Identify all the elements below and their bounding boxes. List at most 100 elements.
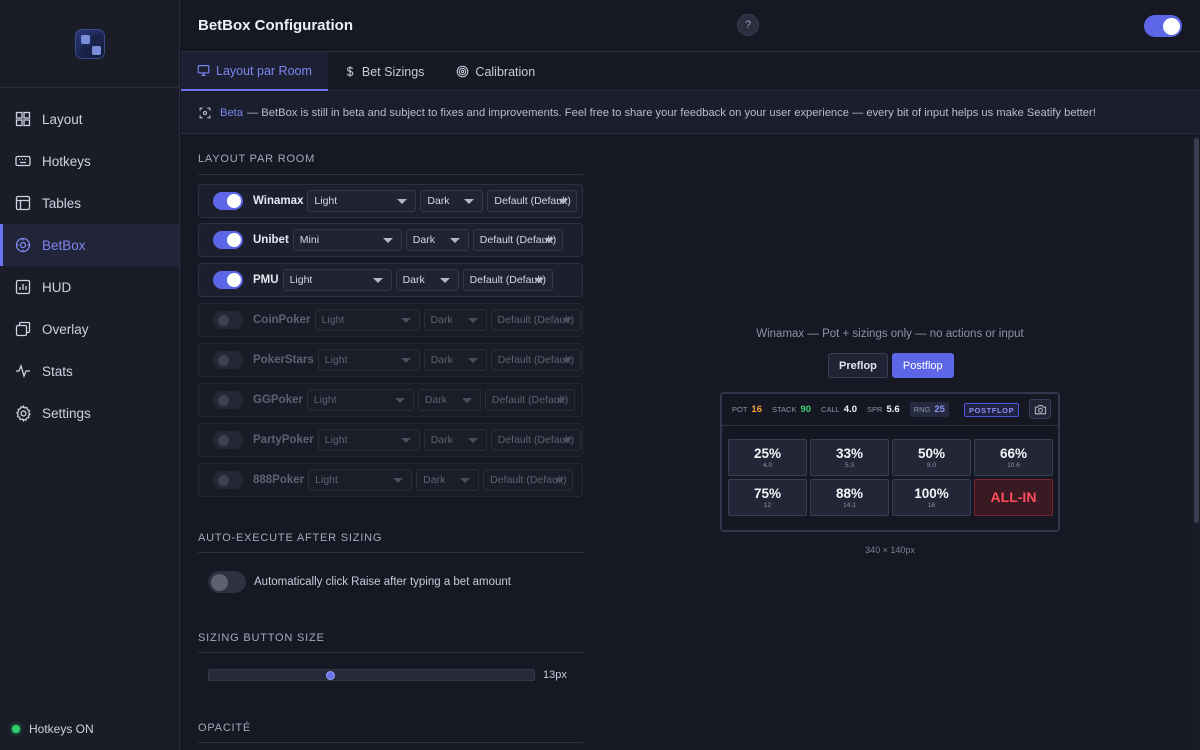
tab-layout-par-room[interactable]: Layout par Room [181, 52, 328, 91]
sizing-button[interactable]: 75% 12 [728, 479, 807, 516]
preset-select[interactable]: Default (Default) [483, 469, 574, 491]
header: BetBox Configuration ? [181, 0, 1200, 52]
room-name: Winamax [253, 195, 304, 207]
scrollbar-thumb[interactable] [1194, 138, 1199, 523]
size-select[interactable]: Light [282, 269, 392, 291]
tab-label: Calibration [475, 64, 536, 79]
sidebar: Layout Hotkeys Tables BetBox HUD Overlay… [0, 0, 180, 750]
tab-bet-sizings[interactable]: Bet Sizings [328, 52, 441, 91]
opacity-title: OPACITÉ [198, 722, 252, 734]
camera-icon [1034, 404, 1046, 414]
preset-select[interactable]: Default (Default) [462, 269, 553, 291]
preset-select[interactable]: Default (Default) [487, 190, 578, 212]
sizing-button[interactable]: 88% 14.1 [810, 479, 889, 516]
preview-caption: Winamax — Pot + sizings only — no action… [756, 328, 1024, 340]
postflop-button[interactable]: Postflop [891, 353, 954, 378]
room-row-888poker: 888Poker Light Dark Default (Default) [198, 463, 583, 497]
sidebar-item-label: Layout [42, 111, 83, 127]
room-toggle[interactable] [213, 391, 243, 409]
stat-value: 4.0 [843, 404, 858, 415]
size-select[interactable]: Light [317, 429, 420, 451]
sizing-button[interactable]: 33% 5.3 [810, 439, 889, 476]
sizing-amount: 16 [927, 502, 936, 509]
size-select[interactable]: Light [307, 190, 417, 212]
preflop-button[interactable]: Preflop [828, 353, 888, 378]
preset-select[interactable]: Default (Default) [490, 349, 581, 371]
sizing-pct: 25% [753, 446, 782, 461]
auto-execute-row: Automatically click Raise after typing a… [208, 571, 511, 593]
theme-select[interactable]: Dark [405, 229, 469, 251]
stat-value: 25 [934, 404, 945, 415]
sizing-pct: 100% [914, 486, 949, 501]
sizing-pct: ALL-IN [990, 489, 1037, 505]
size-select[interactable]: Light [308, 469, 413, 491]
sidebar-item-overlay[interactable]: Overlay [0, 308, 179, 350]
preset-select[interactable]: Default (Default) [490, 309, 581, 331]
camera-button[interactable] [1029, 399, 1051, 419]
slider-thumb[interactable] [325, 671, 335, 680]
stat-label: STACK [772, 405, 797, 414]
preset-select[interactable]: Default (Default) [484, 389, 575, 411]
theme-select[interactable]: Dark [420, 190, 484, 212]
theme-select[interactable]: Dark [417, 389, 481, 411]
theme-select[interactable]: Dark [395, 269, 459, 291]
sizing-button[interactable]: 25% 4.0 [728, 439, 807, 476]
preset-select[interactable]: Default (Default) [472, 229, 563, 251]
size-select[interactable]: Light [317, 349, 420, 371]
divider [198, 652, 583, 653]
stat-label: CALL [821, 405, 840, 414]
sidebar-item-tables[interactable]: Tables [0, 182, 179, 224]
theme-select[interactable]: Dark [423, 349, 487, 371]
layout-grid-icon [14, 110, 32, 128]
sidebar-item-stats[interactable]: Stats [0, 350, 179, 392]
page-title: BetBox Configuration [198, 17, 353, 34]
room-toggle[interactable] [213, 271, 243, 289]
hotkeys-status: Hotkeys ON [12, 722, 94, 736]
sizing-amount: 10.6 [1007, 462, 1020, 469]
keyboard-icon [14, 152, 32, 170]
divider [198, 552, 583, 553]
sidebar-item-betbox[interactable]: BetBox [0, 224, 179, 266]
betbox-master-toggle[interactable] [1144, 15, 1182, 40]
app-logo [74, 28, 105, 59]
theme-select[interactable]: Dark [423, 309, 487, 331]
sizing-button-size-slider[interactable] [208, 669, 535, 681]
sizing-amount: 12 [763, 502, 772, 509]
room-toggle[interactable] [213, 431, 243, 449]
hotkeys-status-label: Hotkeys ON [29, 722, 94, 736]
status-dot [12, 725, 20, 733]
room-row-partypoker: PartyPoker Light Dark Default (Default) [198, 423, 583, 457]
room-name: PMU [253, 274, 279, 286]
sizing-button-size-title: SIZING BUTTON SIZE [198, 632, 325, 644]
sidebar-item-hotkeys[interactable]: Hotkeys [0, 140, 179, 182]
theme-select[interactable]: Dark [416, 469, 480, 491]
room-toggle[interactable] [213, 192, 243, 210]
sizing-button[interactable]: 100% 16 [892, 479, 971, 516]
sizing-pct: 88% [835, 486, 864, 501]
pot-stat: POT 16 [732, 404, 762, 415]
theme-select[interactable]: Dark [423, 429, 487, 451]
sidebar-item-label: Stats [42, 363, 73, 379]
room-name: PokerStars [253, 354, 314, 366]
sizing-button[interactable]: 66% 10.6 [974, 439, 1053, 476]
sidebar-item-layout[interactable]: Layout [0, 98, 179, 140]
sidebar-item-settings[interactable]: Settings [0, 392, 179, 434]
size-select[interactable]: Mini [292, 229, 402, 251]
sidebar-item-label: HUD [42, 279, 72, 295]
auto-execute-toggle[interactable] [208, 571, 246, 593]
size-select[interactable]: Light [314, 309, 420, 331]
room-toggle[interactable] [213, 471, 243, 489]
tab-calibration[interactable]: Calibration [440, 52, 551, 91]
beta-label: Beta [220, 106, 244, 119]
size-select[interactable]: Light [306, 389, 414, 411]
all-in-button[interactable]: ALL-IN [974, 479, 1053, 516]
room-toggle[interactable] [213, 351, 243, 369]
room-toggle[interactable] [213, 311, 243, 329]
help-button[interactable]: ? [737, 14, 759, 36]
sidebar-item-hud[interactable]: HUD [0, 266, 179, 308]
sizing-button[interactable]: 50% 8.0 [892, 439, 971, 476]
room-toggle[interactable] [213, 231, 243, 249]
preset-select[interactable]: Default (Default) [490, 429, 581, 451]
toggle-switch[interactable] [1144, 15, 1182, 37]
sizing-pct: 33% [835, 446, 864, 461]
